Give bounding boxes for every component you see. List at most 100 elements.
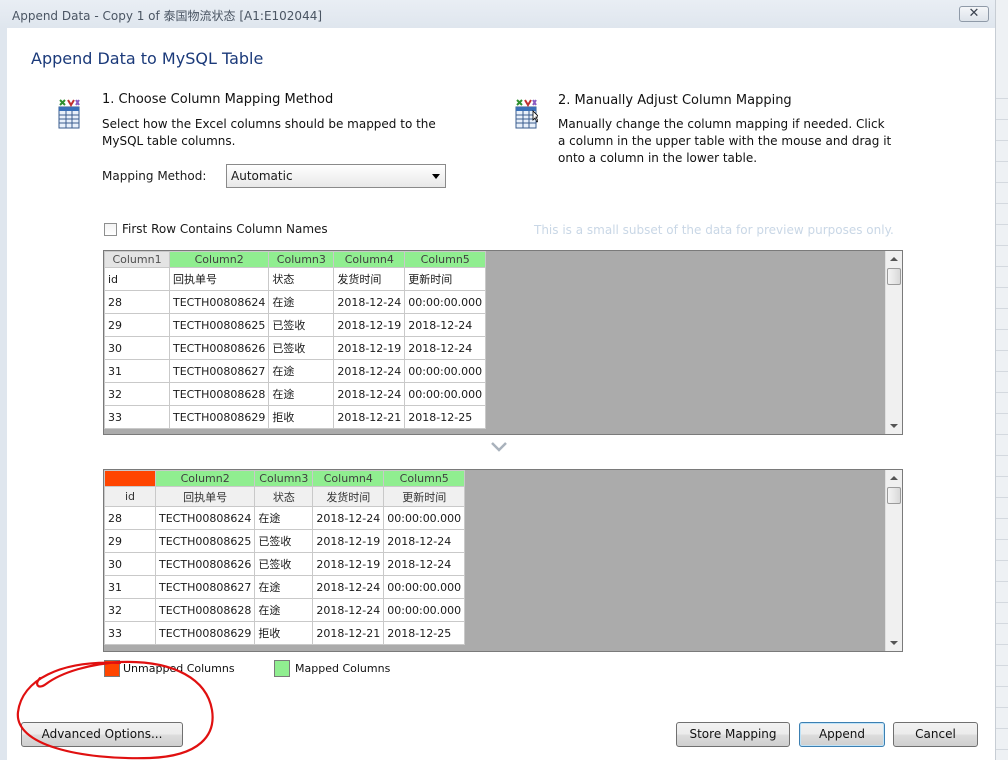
mapped-column-slot[interactable]: Column3 <box>254 470 314 487</box>
target-column-name[interactable]: id <box>104 486 156 507</box>
table-cell: TECTH00808629 <box>154 621 256 645</box>
scroll-up-icon[interactable] <box>890 476 898 480</box>
step1-desc-line: Select how the Excel columns should be m… <box>102 117 436 131</box>
table-row: 32 TECTH00808628 在途 2018-12-24 00:00:00.… <box>104 598 466 622</box>
table-cell: 32 <box>104 598 156 622</box>
table-cell: 在途 <box>254 598 314 622</box>
target-column-name[interactable]: 状态 <box>254 486 314 507</box>
table-cell: 2018-12-19 <box>333 336 406 360</box>
step1-desc-line: MySQL table columns. <box>102 134 236 148</box>
table-row: 28 TECTH00808624 在途 2018-12-24 00:00:00.… <box>104 506 466 530</box>
table-cell: 更新时间 <box>404 267 487 291</box>
append-button[interactable]: Append <box>799 722 885 747</box>
table-cell: 2018-12-25 <box>404 405 487 429</box>
store-mapping-button[interactable]: Store Mapping <box>676 722 790 747</box>
table-cell: 00:00:00.000 <box>404 290 487 314</box>
source-data-grid[interactable]: Column1 Column2 Column3 Column4 Column5 … <box>103 250 903 435</box>
table-cell: 2018-12-24 <box>404 336 487 360</box>
table-cell: 00:00:00.000 <box>383 598 466 622</box>
table-cell: TECTH00808625 <box>168 313 270 337</box>
target-column-name[interactable]: 回执单号 <box>154 486 256 507</box>
table-cell: TECTH00808626 <box>168 336 270 360</box>
mapped-column-slot[interactable]: Column4 <box>312 470 385 487</box>
scroll-thumb[interactable] <box>887 487 901 504</box>
table-cell: 2018-12-24 <box>383 552 466 576</box>
table-cell: 在途 <box>254 575 314 599</box>
cancel-button[interactable]: Cancel <box>893 722 978 747</box>
table-cell: 29 <box>104 529 156 553</box>
source-data-table: Column1 Column2 Column3 Column4 Column5 … <box>104 251 487 429</box>
scroll-thumb[interactable] <box>887 268 901 285</box>
scroll-down-icon[interactable] <box>890 641 898 645</box>
table-row: id 回执单号 状态 发货时间 更新时间 <box>104 267 487 291</box>
table-cell: 发货时间 <box>333 267 406 291</box>
table-cell: 2018-12-21 <box>312 621 385 645</box>
target-column-name[interactable]: 发货时间 <box>312 486 385 507</box>
source-column-header[interactable]: Column4 <box>333 251 406 268</box>
target-column-names-row: id 回执单号 状态 发货时间 更新时间 <box>104 486 466 507</box>
window-close-button[interactable]: ✕ <box>959 6 989 22</box>
table-cell: 00:00:00.000 <box>404 382 487 406</box>
table-cell: 2018-12-25 <box>383 621 466 645</box>
first-row-checkbox-label[interactable]: First Row Contains Column Names <box>122 222 328 236</box>
table-cell: 33 <box>104 405 170 429</box>
close-icon: ✕ <box>968 6 980 21</box>
table-row: 30 TECTH00808626 已签收 2018-12-19 2018-12-… <box>104 336 487 360</box>
table-cell: 在途 <box>268 359 335 383</box>
step2-description: Manually change the column mapping if ne… <box>558 116 891 167</box>
mapping-method-select[interactable]: Automatic <box>226 164 446 188</box>
table-row: 31 TECTH00808627 在途 2018-12-24 00:00:00.… <box>104 359 487 383</box>
mapping-method-value: Automatic <box>231 169 293 183</box>
unmapped-legend-label: Unmapped Columns <box>123 662 235 675</box>
preview-note: This is a small subset of the data for p… <box>534 223 894 237</box>
step2-desc-line: a column in the upper table with the mou… <box>558 134 892 148</box>
table-cell: 29 <box>104 313 170 337</box>
table-cell: 在途 <box>268 382 335 406</box>
unmapped-column-slot[interactable] <box>104 470 156 487</box>
source-grid-scrollbar[interactable] <box>885 251 902 434</box>
table-cell: 00:00:00.000 <box>383 506 466 530</box>
step1-description: Select how the Excel columns should be m… <box>102 116 436 150</box>
table-cell: 28 <box>104 506 156 530</box>
target-column-name[interactable]: 更新时间 <box>383 486 466 507</box>
target-grid-scrollbar[interactable] <box>885 470 902 651</box>
table-cell: 状态 <box>268 267 335 291</box>
mapped-column-slot[interactable]: Column2 <box>154 470 256 487</box>
source-column-header[interactable]: Column5 <box>404 251 487 268</box>
table-cell: TECTH00808627 <box>168 359 270 383</box>
table-cell: 回执单号 <box>168 267 270 291</box>
window-title: Append Data - Copy 1 of 泰国物流状态 [A1:E1020… <box>12 9 323 23</box>
source-column-header[interactable]: Column2 <box>168 251 270 268</box>
step2-desc-line: onto a column in the lower table. <box>558 151 758 165</box>
scroll-down-icon[interactable] <box>890 424 898 428</box>
source-header-row: Column1 Column2 Column3 Column4 Column5 <box>104 251 487 268</box>
advanced-options-button[interactable]: Advanced Options... <box>21 722 183 747</box>
background-window-strip <box>995 0 1008 760</box>
table-cell: 32 <box>104 382 170 406</box>
table-cell: 2018-12-24 <box>404 313 487 337</box>
table-cell: 2018-12-24 <box>312 598 385 622</box>
source-column-header[interactable]: Column1 <box>104 251 170 268</box>
first-row-checkbox[interactable] <box>104 223 117 236</box>
scroll-up-icon[interactable] <box>890 257 898 261</box>
source-column-header[interactable]: Column3 <box>268 251 335 268</box>
table-row: 33 TECTH00808629 拒收 2018-12-21 2018-12-2… <box>104 621 466 645</box>
table-cell: 已签收 <box>254 552 314 576</box>
window-titlebar[interactable]: Append Data - Copy 1 of 泰国物流状态 [A1:E1020… <box>0 0 1008 28</box>
table-row: 28 TECTH00808624 在途 2018-12-24 00:00:00.… <box>104 290 487 314</box>
table-cell: 00:00:00.000 <box>383 575 466 599</box>
table-cell: 2018-12-21 <box>333 405 406 429</box>
table-cell: 2018-12-19 <box>333 313 406 337</box>
table-cell: TECTH00808626 <box>154 552 256 576</box>
table-cell: 31 <box>104 575 156 599</box>
mapped-column-slot[interactable]: Column5 <box>383 470 466 487</box>
table-row: 33 TECTH00808629 拒收 2018-12-21 2018-12-2… <box>104 405 487 429</box>
table-cell: 拒收 <box>268 405 335 429</box>
table-cell: 已签收 <box>254 529 314 553</box>
table-cell: TECTH00808625 <box>154 529 256 553</box>
table-cell: 已签收 <box>268 313 335 337</box>
target-table-grid[interactable]: Column2 Column3 Column4 Column5 id 回执单号 … <box>103 469 903 652</box>
table-cell: 在途 <box>268 290 335 314</box>
table-row: 30 TECTH00808626 已签收 2018-12-19 2018-12-… <box>104 552 466 576</box>
table-cell: 30 <box>104 336 170 360</box>
